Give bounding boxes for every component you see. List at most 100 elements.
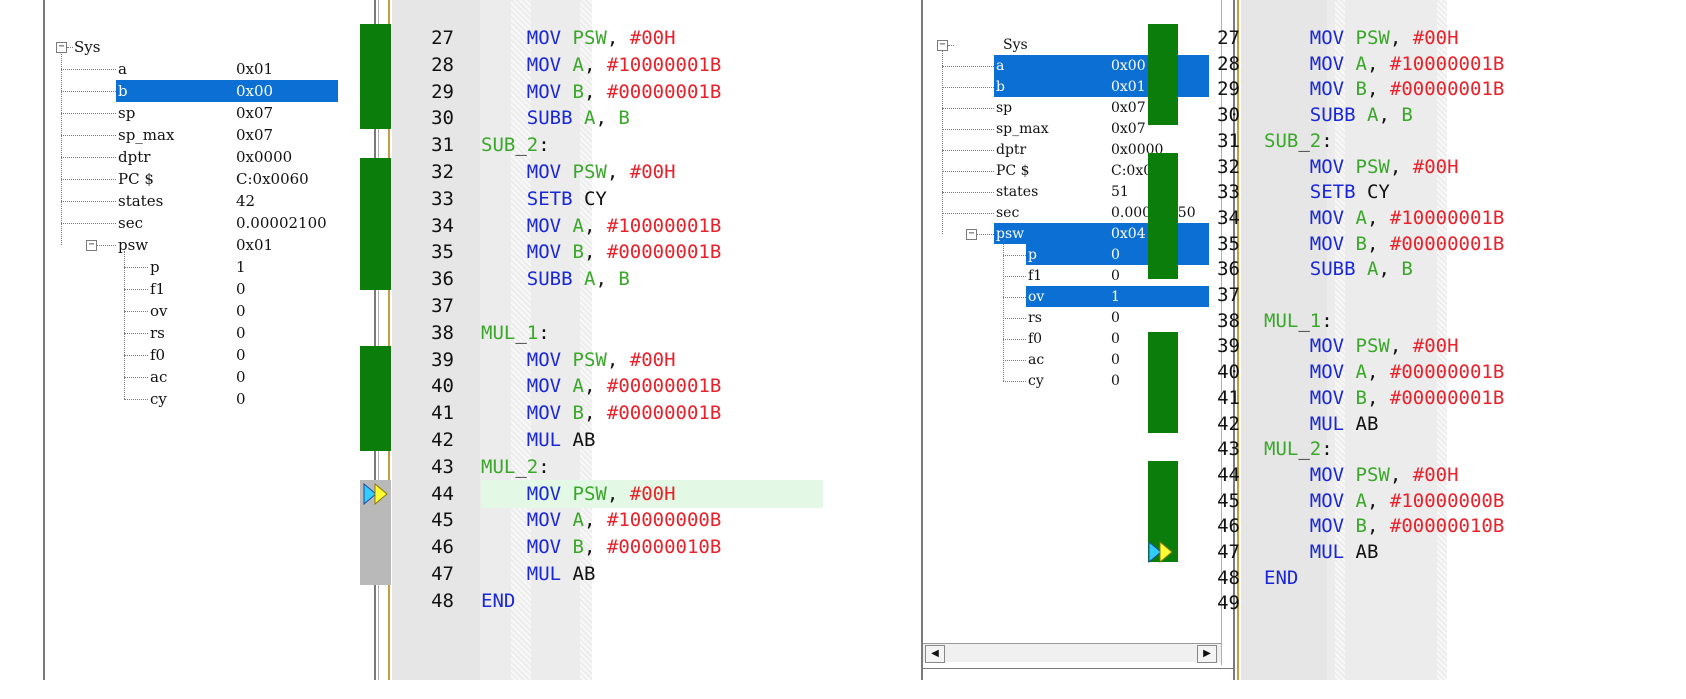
horizontal-scrollbar[interactable]: ◀ ▶ [923,643,1221,663]
register-row-pc[interactable]: PC $ C:0x0060 [0,168,378,190]
code-line[interactable]: MOV B, #00000001B [481,238,722,266]
code-editor-right[interactable]: 27 MOV PSW, #00H 28 MOV A, #10000001B 29 M… [1148,0,1686,680]
register-name: ac [1028,352,1045,368]
code-line[interactable]: MOV A, #00000001B [1264,358,1505,386]
code-line[interactable]: MOV PSW, #00H [1264,24,1459,52]
scroll-right-button[interactable]: ▶ [1197,645,1217,663]
register-row-sp[interactable]: sp 0x07 [0,102,378,124]
code-line[interactable]: MUL AB [1264,538,1379,566]
code-line[interactable]: MOV A, #10000000B [1264,487,1505,515]
register-row-ov[interactable]: ov 0 [0,300,378,322]
register-value: 0 [236,390,246,408]
register-row-b[interactable]: b 0x00 [0,80,378,102]
code-line[interactable]: MOV A, #10000001B [481,51,722,79]
code-token-hash: # [606,214,619,237]
code-line[interactable]: MUL_2: [1264,435,1333,463]
register-row-f0[interactable]: f0 0 [0,344,378,366]
tree-connector [1003,318,1026,319]
code-line[interactable]: MOV A, #10000000B [481,506,722,534]
code-line[interactable]: MOV PSW, #00H [1264,332,1459,360]
line-number: 34 [1217,206,1240,229]
code-token-kw: MOV [1309,386,1345,409]
register-row-rs[interactable]: rs 0 [0,322,378,344]
code-line[interactable]: SETB CY [481,185,607,213]
code-token-plain: : [538,455,550,478]
code-line[interactable]: SUBB A, B [1264,101,1413,129]
line-number: 44 [431,482,454,505]
code-line[interactable]: MOV PSW, #00H [481,480,676,508]
code-line[interactable]: MOV A, #10000001B [481,212,722,240]
code-token-num: 00000001B [618,80,722,103]
code-line[interactable]: MOV PSW, #00H [1264,461,1459,489]
code-token-num: 00H [1424,27,1459,49]
code-token-plain: , [1367,489,1390,512]
code-token-plain: , [584,241,607,264]
code-line[interactable]: MOV B, #00000010B [481,533,722,561]
code-token-num: 00000001B [1401,232,1505,255]
code-line[interactable]: MUL_1: [481,319,550,347]
code-line[interactable]: MOV B, #00000001B [481,399,722,427]
code-line[interactable]: END [481,587,515,615]
code-token-kw: MUL [1309,412,1345,435]
register-row-dptr[interactable]: dptr 0x0000 [0,146,378,168]
code-line[interactable]: SETB CY [1264,178,1390,206]
scroll-left-button[interactable]: ◀ [925,645,945,663]
code-token-kw: MOV [526,375,562,398]
code-line[interactable]: MOV B, #00000010B [1264,512,1505,540]
code-token-kw: SUBB [1309,258,1356,281]
register-row-states[interactable]: states 42 [0,190,378,212]
code-editor-left[interactable]: 27 MOV PSW, #00H 28 MOV A, #10000001B 29 M… [360,0,911,680]
code-line[interactable]: MOV B, #00000001B [1264,384,1505,412]
code-line[interactable]: MOV PSW, #00H [481,24,676,52]
code-line[interactable]: MUL AB [481,560,596,588]
code-line[interactable]: MUL_1: [1264,307,1333,335]
code-token-kw: MOV [526,161,562,183]
code-line[interactable]: MOV PSW, #00H [1264,153,1459,181]
code-token-hash: # [1389,52,1402,75]
code-line[interactable]: MUL AB [481,426,596,454]
register-name: f1 [150,280,166,298]
code-line[interactable]: MOV PSW, #00H [481,346,676,374]
code-token-kw: MOV [526,402,562,425]
code-line[interactable]: MOV B, #00000001B [481,78,722,106]
code-line[interactable]: MOV B, #00000001B [1264,75,1505,103]
register-value: 0x00 [1111,58,1146,74]
register-row-sp-max[interactable]: sp_max 0x07 [0,124,378,146]
code-line[interactable]: MOV A, #10000001B [1264,50,1505,78]
code-line[interactable]: SUBB A, B [481,265,630,293]
code-line[interactable]: SUBB A, B [481,104,630,132]
code-line[interactable]: END [1264,564,1298,592]
register-row-f1[interactable]: f1 0 [0,278,378,300]
register-row-cy[interactable]: cy 0 [0,388,378,410]
collapse-toggle[interactable]: − [966,229,977,240]
code-line[interactable]: SUB_2: [1264,127,1333,155]
code-token-lbl: 2 [1309,129,1322,152]
register-row-psw[interactable]: psw 0x01 [0,234,378,256]
register-row-sec[interactable]: sec 0.00002100 [0,212,378,234]
code-line[interactable]: SUBB A, B [1264,255,1413,283]
tree-connector [67,47,73,48]
code-token-plain: , [606,348,630,371]
register-row-ac[interactable]: ac 0 [0,366,378,388]
code-line[interactable]: MOV B, #00000001B [1264,230,1505,258]
code-line[interactable]: MUL AB [1264,410,1379,438]
code-line[interactable]: MOV A, #00000001B [481,372,722,400]
code-line[interactable]: SUB_2: [481,131,550,159]
register-name: p [150,258,160,276]
code-line[interactable]: MOV A, #10000001B [1264,204,1505,232]
register-value: 51 [1111,184,1129,200]
register-row-a[interactable]: a 0x01 [0,58,378,80]
register-value: 1 [236,258,246,276]
code-line[interactable]: MUL_2: [481,453,550,481]
code-line[interactable]: MOV PSW, #00H [481,158,676,186]
register-row-p[interactable]: p1 [0,256,378,278]
line-number: 30 [431,107,454,130]
line-number: 40 [431,375,454,398]
code-token-hash: # [606,53,619,76]
code-token-plain: AB [1355,541,1379,563]
